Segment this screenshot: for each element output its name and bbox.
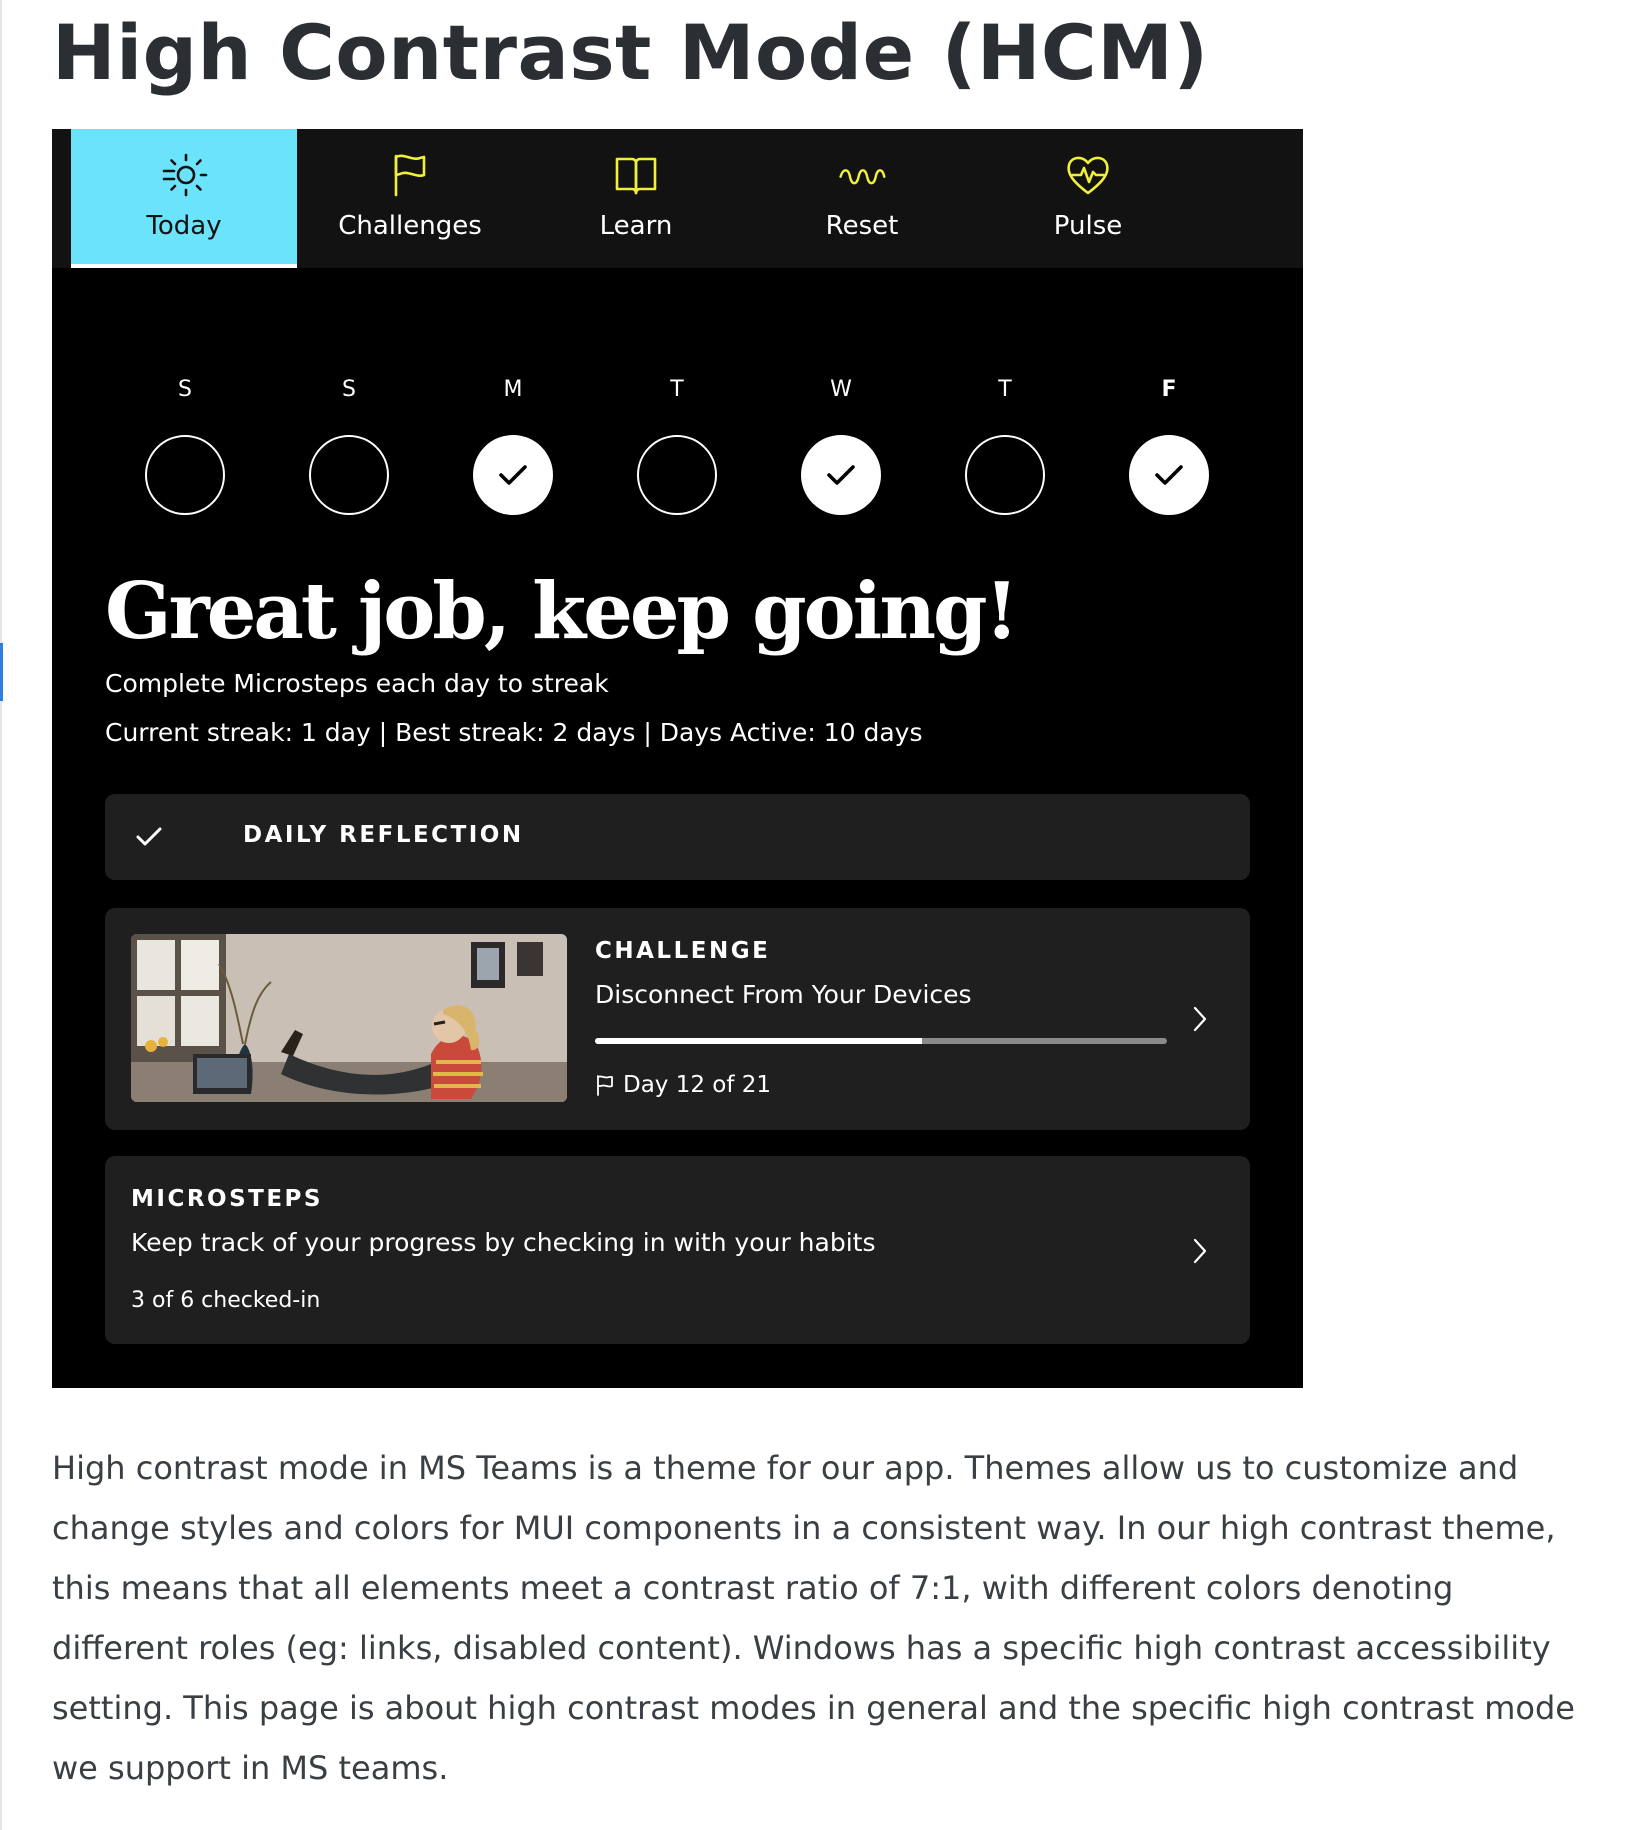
day-thursday: T: [963, 375, 1047, 525]
daily-reflection-card[interactable]: DAILY REFLECTION: [105, 794, 1250, 880]
day-letter: W: [830, 377, 852, 402]
check-icon: [499, 465, 527, 485]
day-saturday: S: [307, 375, 391, 525]
sun-icon: [162, 153, 208, 197]
challenge-card[interactable]: CHALLENGE Disconnect From Your Devices D…: [105, 908, 1250, 1130]
day-status-circle[interactable]: [965, 435, 1045, 515]
streak-stats: Current streak: 1 day | Best streak: 2 d…: [105, 718, 923, 747]
tab-pulse[interactable]: Pulse: [975, 129, 1201, 268]
challenge-day-progress: Day 12 of 21: [595, 1072, 771, 1098]
streak-subtitle: Complete Microsteps each day to streak: [105, 669, 609, 698]
challenge-day-text: Day 12 of 21: [623, 1072, 772, 1098]
top-navigation: Today Challenges Learn Reset Pulse: [52, 129, 1303, 268]
flag-icon: [394, 154, 426, 197]
chevron-right-icon[interactable]: [1191, 1004, 1209, 1034]
page-title: High Contrast Mode (HCM): [52, 8, 1209, 97]
check-icon: [136, 827, 162, 846]
tab-challenges[interactable]: Challenges: [297, 129, 523, 268]
check-icon: [827, 465, 855, 485]
day-status-circle[interactable]: [637, 435, 717, 515]
day-letter: M: [503, 377, 523, 402]
tab-label-reset: Reset: [825, 211, 899, 241]
day-status-circle[interactable]: [145, 435, 225, 515]
day-letter: T: [670, 377, 684, 402]
tab-label-challenges: Challenges: [338, 211, 482, 241]
day-letter: S: [178, 377, 192, 402]
microsteps-count: 3 of 6 checked-in: [131, 1288, 321, 1313]
tab-label-pulse: Pulse: [1053, 211, 1123, 241]
microsteps-card[interactable]: MICROSTEPS Keep track of your progress b…: [105, 1156, 1250, 1344]
book-icon: [615, 157, 657, 195]
day-status-circle[interactable]: [473, 435, 553, 515]
challenge-title: Disconnect From Your Devices: [595, 980, 972, 1009]
challenge-progress-fill: [595, 1038, 922, 1044]
daily-reflection-label: DAILY REFLECTION: [243, 822, 524, 848]
app-screenshot: Today Challenges Learn Reset Pulse S S M…: [52, 129, 1303, 1388]
day-letter: F: [1161, 377, 1177, 402]
challenge-eyebrow: CHALLENGE: [595, 938, 771, 964]
chevron-right-icon[interactable]: [1191, 1236, 1209, 1266]
left-border: [0, 0, 2, 1830]
check-icon: [1155, 465, 1183, 485]
challenge-image: [131, 934, 567, 1102]
scroll-position-marker: [0, 643, 3, 701]
day-monday: M: [471, 375, 555, 525]
weekly-streak-tracker: S S M T W T F: [52, 375, 1303, 525]
flag-icon: [597, 1075, 613, 1096]
description-paragraph: High contrast mode in MS Teams is a them…: [52, 1449, 1575, 1787]
day-wednesday: W: [799, 375, 883, 525]
challenge-progress-bar: [595, 1038, 1167, 1044]
microsteps-title: Keep track of your progress by checking …: [131, 1228, 876, 1257]
streak-headline: Great job, keep going!: [105, 566, 1019, 657]
day-friday: F: [1127, 375, 1211, 525]
tab-reset[interactable]: Reset: [749, 129, 975, 268]
day-status-circle[interactable]: [801, 435, 881, 515]
tab-label-learn: Learn: [599, 211, 673, 241]
day-status-circle[interactable]: [309, 435, 389, 515]
tab-label-today: Today: [146, 211, 222, 241]
wave-icon: [839, 169, 886, 185]
day-sunday: S: [143, 375, 227, 525]
microsteps-eyebrow: MICROSTEPS: [131, 1186, 323, 1212]
day-status-circle[interactable]: [1129, 435, 1209, 515]
tab-learn[interactable]: Learn: [523, 129, 749, 268]
day-letter: S: [342, 377, 356, 402]
day-letter: T: [998, 377, 1012, 402]
tab-today[interactable]: Today: [71, 129, 297, 268]
heart-pulse-icon: [1067, 156, 1109, 195]
day-tuesday: T: [635, 375, 719, 525]
